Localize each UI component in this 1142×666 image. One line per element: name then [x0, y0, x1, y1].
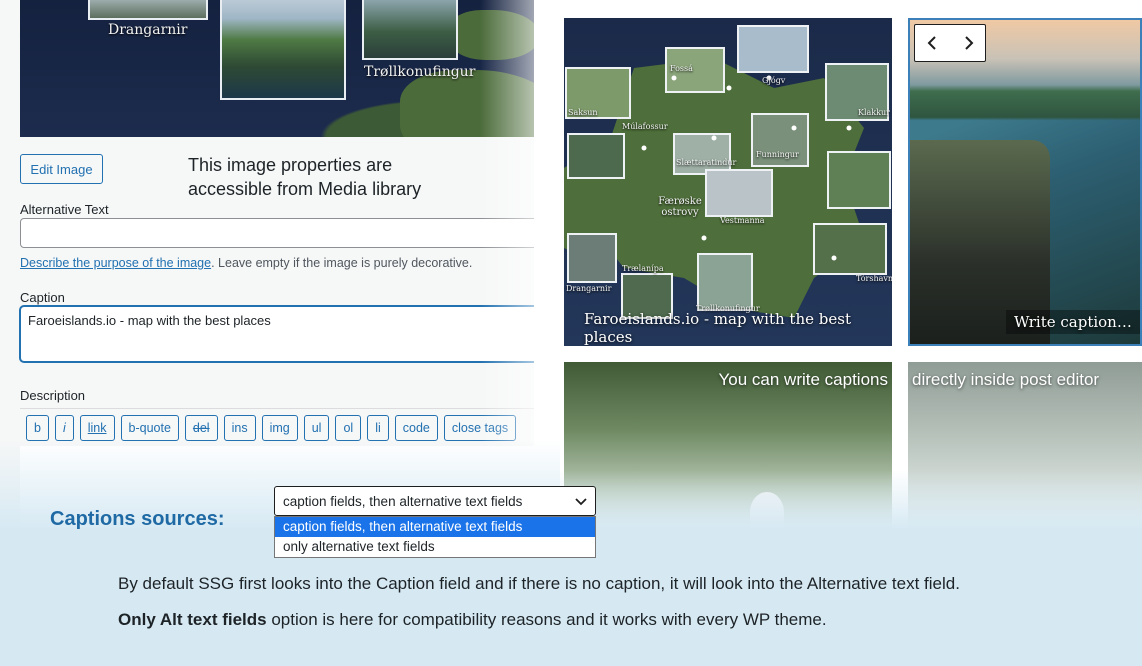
chevron-down-icon	[575, 494, 587, 509]
captions-sources-title: Captions sources:	[50, 508, 225, 530]
map-label-trollkonufingur: Trøllkonufingur	[364, 64, 476, 80]
qt-code-button[interactable]: code	[394, 414, 438, 441]
map-tile-label-funningur: Funningur	[756, 150, 799, 159]
gallery-tile-map[interactable]: Saksun Fossá Gjógv Klakkur Múlafossur Fu…	[564, 18, 892, 346]
map-tile-label-slaettaratindur: Slættaratindur	[676, 158, 737, 167]
media-library-note: This image properties are accessible fro…	[188, 155, 422, 199]
alt-text-input[interactable]	[20, 218, 534, 248]
info-text-compat-rest: option is here for compatibility reasons…	[266, 610, 827, 629]
mist-tile-text: directly inside post editor	[912, 370, 1100, 389]
description-label: Description	[20, 388, 86, 403]
map-tile-label-vestmanna: Vestmanna	[720, 216, 765, 225]
chevron-right-icon[interactable]	[959, 34, 977, 52]
puffin-tile-text: You can write captions	[718, 370, 888, 389]
map-tile-label-drangarnir: Drangarnir	[566, 284, 612, 293]
captions-source-selected: caption fields, then alternative text fi…	[283, 493, 523, 509]
map-tile-label-mulafossur: Múlafossur	[622, 122, 668, 131]
map-tile-label-torshavn: Tórshavn	[856, 274, 892, 283]
qt-li-button[interactable]: li	[367, 414, 389, 441]
alt-text-label: Alternative Text	[20, 202, 109, 217]
qt-link-button[interactable]: link	[79, 414, 115, 441]
map-tile-label-traelanipa: Trælanípa	[622, 264, 664, 273]
cliff-tile-caption: Write caption…	[1006, 310, 1140, 334]
info-text-default: By default SSG first looks into the Capt…	[118, 574, 960, 593]
alt-text-help: Describe the purpose of the image. Leave…	[20, 256, 472, 270]
captions-source-select[interactable]: caption fields, then alternative text fi…	[274, 486, 596, 516]
qt-bold-button[interactable]: b	[26, 414, 49, 441]
qt-img-button[interactable]: img	[261, 414, 298, 441]
qt-ul-button[interactable]: ul	[303, 414, 330, 441]
alt-text-help-rest: . Leave empty if the image is purely dec…	[211, 256, 473, 270]
gallery-tile-cliff[interactable]: Write caption…	[908, 18, 1142, 346]
describe-purpose-link[interactable]: Describe the purpose of the image	[20, 256, 211, 270]
map-tile-label-gjogv: Gjógv	[762, 76, 786, 85]
chevron-left-icon[interactable]	[924, 34, 942, 52]
info-text-compat-bold: Only Alt text fields	[118, 610, 267, 629]
map-tile-label-saksun: Saksun	[568, 108, 598, 117]
map-tile-label-klakkur: Klakkur	[858, 108, 890, 117]
lightbox-nav	[914, 24, 986, 62]
qt-ins-button[interactable]: ins	[223, 414, 256, 441]
qt-ol-button[interactable]: ol	[335, 414, 362, 441]
qt-blockquote-button[interactable]: b-quote	[120, 414, 179, 441]
edit-image-button[interactable]: Edit Image	[20, 154, 103, 184]
gallery-bottom-fade	[560, 470, 1142, 530]
map-tile-caption: Faroeislands.io - map with the best plac…	[584, 310, 851, 346]
info-text-compat: Only Alt text fields option is here for …	[118, 610, 827, 630]
qt-italic-button[interactable]: i	[54, 414, 74, 441]
map-tile-label-fossa: Fossá	[670, 64, 693, 73]
qt-del-button[interactable]: del	[184, 414, 218, 441]
map-image-preview: Drangarnir Trøllkonufingur	[20, 0, 534, 137]
map-tile-label-faroe: Færøske ostrovy	[658, 196, 702, 218]
caption-textarea[interactable]: Faroeislands.io - map with the best plac…	[20, 306, 534, 362]
captions-source-options: caption fields, then alternative text fi…	[274, 516, 596, 558]
option-caption-then-alt[interactable]: caption fields, then alternative text fi…	[275, 517, 595, 537]
caption-label: Caption	[20, 290, 65, 305]
faroe-map-art	[564, 25, 891, 319]
option-only-alt[interactable]: only alternative text fields	[275, 537, 595, 557]
map-label-drangarnir: Drangarnir	[108, 22, 188, 38]
